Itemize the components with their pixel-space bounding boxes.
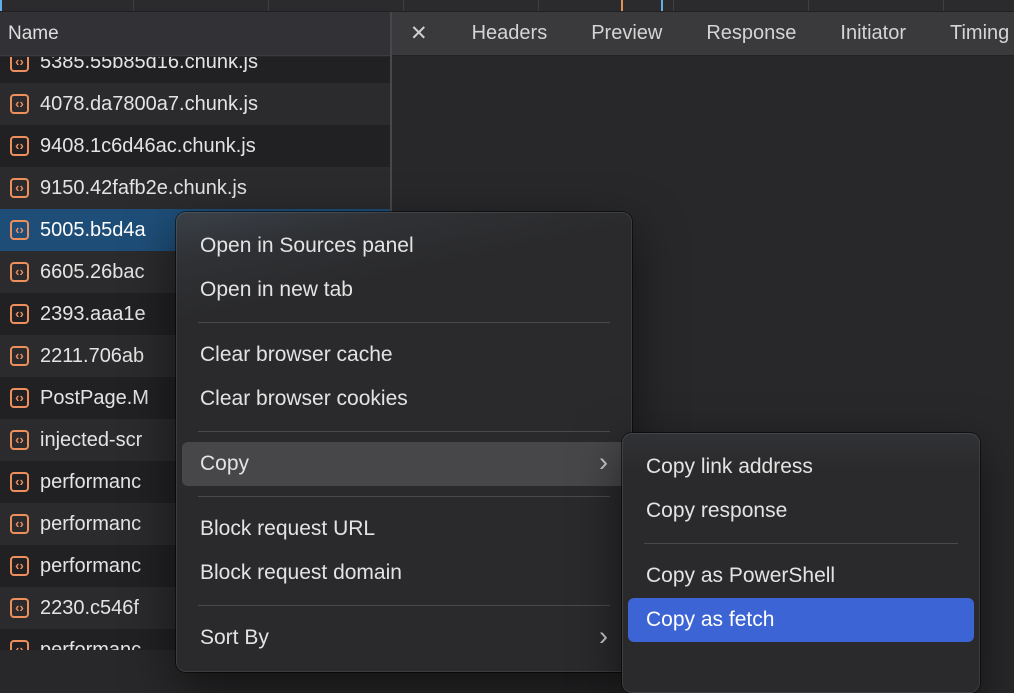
script-file-icon: ‹› — [10, 598, 29, 618]
menu-item-label: Open in Sources panel — [200, 234, 414, 258]
chevron-right-icon: › — [599, 636, 608, 640]
menu-separator — [644, 543, 958, 544]
request-name: 2230.c546f — [40, 597, 139, 620]
close-icon[interactable]: ✕ — [410, 21, 428, 46]
name-column-header[interactable]: Name — [0, 12, 390, 56]
script-file-icon: ‹› — [10, 220, 29, 240]
menu-item-sort-by[interactable]: Sort By › — [182, 616, 626, 660]
menu-separator — [198, 322, 610, 323]
request-name: 2211.706ab — [40, 345, 144, 368]
copy-submenu: Copy link address Copy response Copy as Po… — [622, 433, 980, 693]
network-overview-strip[interactable] — [0, 0, 1014, 12]
tab-response[interactable]: Response — [706, 22, 796, 45]
script-file-icon: ‹› — [10, 472, 29, 492]
name-column-label: Name — [8, 23, 59, 45]
script-file-icon: ‹› — [10, 640, 29, 650]
request-name: 9408.1c6d46ac.chunk.js — [40, 135, 256, 158]
request-name: 2393.aaa1e — [40, 303, 146, 326]
tab-initiator[interactable]: Initiator — [840, 22, 906, 45]
request-name: injected-scr — [40, 429, 142, 452]
script-file-icon: ‹› — [10, 304, 29, 324]
script-file-icon: ‹› — [10, 136, 29, 156]
menu-item-open-in-sources-panel[interactable]: Open in Sources panel — [182, 224, 626, 268]
timeline-marker-load — [661, 0, 663, 11]
tab-preview[interactable]: Preview — [591, 22, 662, 45]
menu-item-clear-browser-cookies[interactable]: Clear browser cookies — [182, 377, 626, 421]
request-name: 6605.26bac — [40, 261, 145, 284]
request-name: performanc — [40, 639, 141, 651]
chevron-right-icon: › — [599, 462, 608, 466]
menu-item-block-request-domain[interactable]: Block request domain — [182, 551, 626, 595]
script-file-icon: ‹› — [10, 94, 29, 114]
request-name: performanc — [40, 471, 141, 494]
tab-timing[interactable]: Timing — [950, 22, 1009, 45]
menu-item-label: Sort By — [200, 626, 269, 650]
script-file-icon: ‹› — [10, 388, 29, 408]
menu-item-label: Clear browser cache — [200, 343, 393, 367]
script-file-icon: ‹› — [10, 262, 29, 282]
menu-item-clear-browser-cache[interactable]: Clear browser cache — [182, 333, 626, 377]
request-name: 5385.55b85d16.chunk.js — [40, 57, 258, 74]
submenu-item-copy-response[interactable]: Copy response — [628, 489, 974, 533]
submenu-item-copy-as-fetch[interactable]: Copy as fetch — [628, 598, 974, 642]
request-name: performanc — [40, 513, 141, 536]
menu-item-label: Block request URL — [200, 517, 375, 541]
request-name: 9150.42fafb2e.chunk.js — [40, 177, 247, 200]
menu-separator — [198, 496, 610, 497]
menu-item-label: Open in new tab — [200, 278, 353, 302]
request-name: performanc — [40, 555, 141, 578]
context-menu: Open in Sources panel Open in new tab Clea… — [176, 212, 632, 672]
request-name: PostPage.M — [40, 387, 149, 410]
menu-item-label: Copy — [200, 452, 249, 476]
script-file-icon: ‹› — [10, 178, 29, 198]
menu-item-label: Copy as PowerShell — [646, 564, 835, 588]
request-row-4078-da7800a7-chunk-js[interactable]: ‹› 4078.da7800a7.chunk.js — [0, 83, 390, 125]
tab-headers[interactable]: Headers — [472, 22, 548, 45]
request-row-9150-42fafb2e-chunk-js[interactable]: ‹› 9150.42fafb2e.chunk.js — [0, 167, 390, 209]
menu-item-label: Clear browser cookies — [200, 387, 408, 411]
script-file-icon: ‹› — [10, 57, 29, 72]
submenu-item-copy-link-address[interactable]: Copy link address — [628, 445, 974, 489]
timeline-marker-start — [0, 0, 2, 11]
request-row-5385-55b85d16-chunk-js[interactable]: ‹› 5385.55b85d16.chunk.js — [0, 57, 390, 83]
script-file-icon: ‹› — [10, 430, 29, 450]
submenu-item-copy-as-powershell[interactable]: Copy as PowerShell — [628, 554, 974, 598]
request-row-9408-1c6d46ac-chunk-js[interactable]: ‹› 9408.1c6d46ac.chunk.js — [0, 125, 390, 167]
menu-item-label: Copy link address — [646, 455, 813, 479]
request-name: 5005.b5d4a — [40, 219, 146, 242]
detail-tabs-bar: ✕ Headers Preview Response Initiator Timing — [392, 12, 1014, 56]
menu-item-label: Copy response — [646, 499, 787, 523]
menu-item-label: Block request domain — [200, 561, 402, 585]
menu-item-block-request-url[interactable]: Block request URL — [182, 507, 626, 551]
menu-separator — [198, 605, 610, 606]
timeline-marker-domcontentloaded — [621, 0, 623, 11]
request-name: 4078.da7800a7.chunk.js — [40, 93, 258, 116]
menu-item-label: Copy as fetch — [646, 608, 774, 632]
menu-separator — [198, 431, 610, 432]
menu-item-open-in-new-tab[interactable]: Open in new tab — [182, 268, 626, 312]
script-file-icon: ‹› — [10, 514, 29, 534]
script-file-icon: ‹› — [10, 556, 29, 576]
script-file-icon: ‹› — [10, 346, 29, 366]
menu-item-copy[interactable]: Copy › — [182, 442, 626, 486]
